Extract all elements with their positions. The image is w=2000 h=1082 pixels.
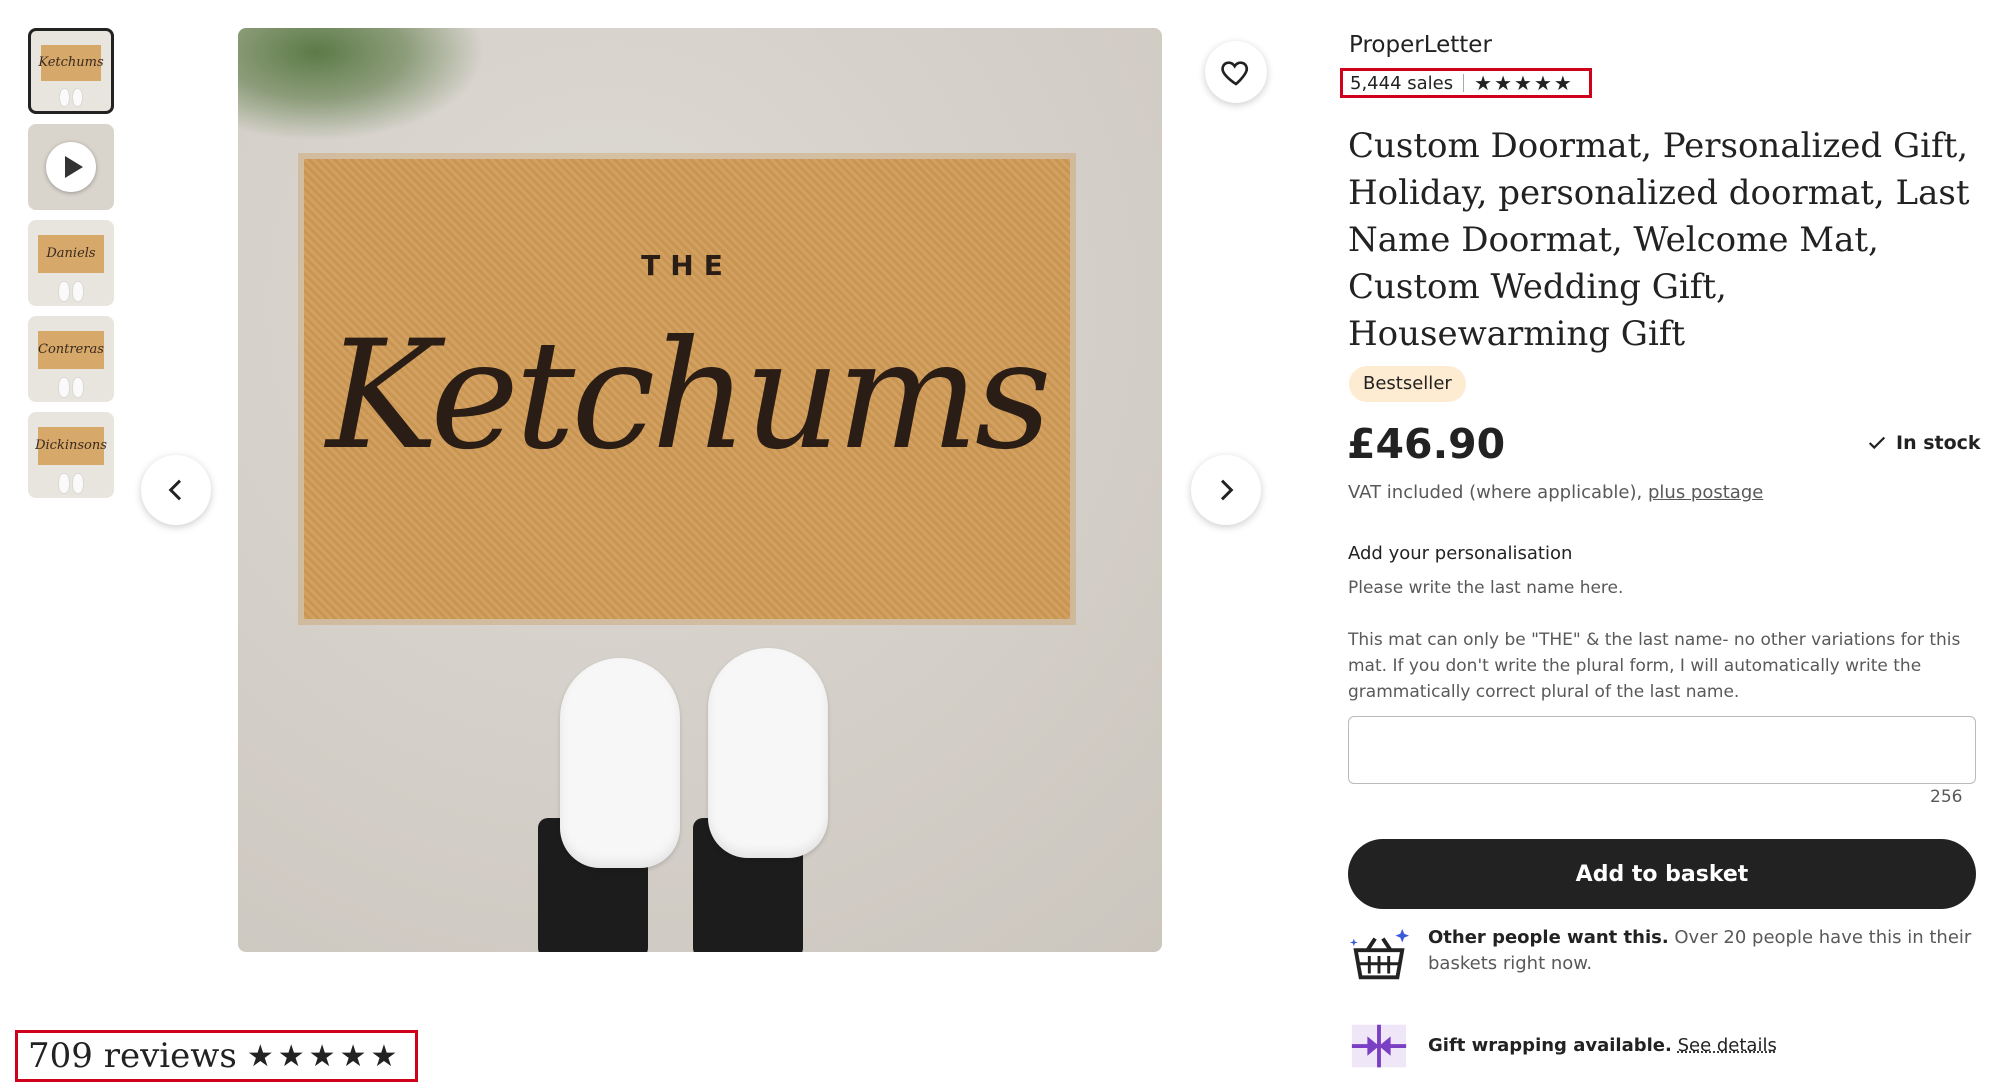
favorite-button[interactable] bbox=[1205, 41, 1267, 103]
personalisation-note: This mat can only be "THE" & the last na… bbox=[1348, 630, 1961, 702]
star-icon: ★ bbox=[1533, 71, 1552, 95]
left-shoe bbox=[560, 658, 680, 868]
reviews-count: 709 reviews bbox=[28, 1036, 237, 1076]
star-icon: ★ bbox=[308, 1038, 338, 1074]
thumbnail-label: Contreras bbox=[38, 341, 104, 357]
reviews-summary[interactable]: 709 reviews ★ ★ ★ ★ ★ bbox=[15, 1030, 418, 1082]
stock-status: In stock bbox=[1866, 432, 1981, 454]
shop-name-link[interactable]: ProperLetter bbox=[1349, 32, 1492, 58]
shoe-graphic bbox=[72, 281, 84, 301]
divider bbox=[1463, 74, 1465, 92]
thumbnail-label: Dickinsons bbox=[35, 437, 107, 453]
listing-title: Custom Doormat, Personalized Gift, Holid… bbox=[1348, 126, 1970, 354]
shop-sales-rating: 5,444 sales ★ ★ ★ ★ ★ bbox=[1340, 68, 1592, 98]
gift-icon bbox=[1351, 1024, 1407, 1068]
vat-text: VAT included (where applicable), bbox=[1348, 482, 1643, 503]
heart-icon bbox=[1221, 61, 1249, 86]
thumbnail-4[interactable]: Contreras bbox=[28, 316, 114, 402]
shoe-graphic bbox=[58, 473, 70, 493]
shoe-graphic bbox=[58, 281, 70, 301]
personalisation-input[interactable] bbox=[1348, 716, 1976, 784]
star-icon: ★ bbox=[277, 1038, 307, 1074]
thumbnail-video[interactable] bbox=[28, 124, 114, 210]
doormat-header-text: THE bbox=[641, 249, 733, 282]
next-image-button[interactable] bbox=[1191, 455, 1261, 525]
thumbnail-1[interactable]: Ketchums bbox=[28, 28, 114, 114]
thumbnail-5[interactable]: Dickinsons bbox=[28, 412, 114, 498]
vat-info: VAT included (where applicable), plus po… bbox=[1348, 482, 1763, 503]
personalisation-label: Add your personalisation bbox=[1348, 543, 1573, 564]
thumbnail-label: Daniels bbox=[46, 245, 96, 261]
star-icon: ★ bbox=[1553, 71, 1572, 95]
demand-notice: Other people want this. Over 20 people h… bbox=[1348, 925, 1978, 987]
play-icon bbox=[46, 142, 96, 192]
gift-wrap-notice: Gift wrapping available. See details bbox=[1348, 1015, 1978, 1077]
shop-rating-stars: ★ ★ ★ ★ ★ bbox=[1474, 71, 1572, 95]
gift-headline: Gift wrapping available. bbox=[1428, 1035, 1672, 1056]
shoe-graphic bbox=[72, 473, 84, 493]
shoe-graphic bbox=[72, 88, 83, 107]
shoe-graphic bbox=[59, 88, 70, 107]
doormat-name-text: Ketchums bbox=[326, 309, 1052, 483]
shoe-graphic bbox=[58, 377, 70, 397]
add-to-basket-button[interactable]: Add to basket bbox=[1348, 839, 1976, 909]
stock-text: In stock bbox=[1896, 432, 1981, 454]
doormat: THE Ketchums bbox=[304, 159, 1070, 619]
previous-image-button[interactable] bbox=[141, 455, 211, 525]
demand-headline: Other people want this. bbox=[1428, 927, 1669, 948]
star-icon: ★ bbox=[246, 1038, 276, 1074]
chevron-left-icon bbox=[168, 479, 182, 501]
character-count: 256 bbox=[1930, 787, 1963, 807]
shoe-graphic bbox=[72, 377, 84, 397]
thumbnail-label: Ketchums bbox=[38, 55, 104, 70]
star-icon: ★ bbox=[1514, 71, 1532, 95]
bestseller-badge: Bestseller bbox=[1349, 366, 1466, 402]
personalisation-help: Please write the last name here. bbox=[1348, 578, 1624, 598]
right-shoe bbox=[708, 648, 828, 858]
sales-count: 5,444 sales bbox=[1350, 72, 1454, 94]
gift-text-block: Gift wrapping available. See details bbox=[1428, 1033, 1777, 1059]
star-icon: ★ bbox=[1494, 71, 1512, 95]
main-product-image: THE Ketchums bbox=[238, 28, 1162, 952]
demand-text-block: Other people want this. Over 20 people h… bbox=[1428, 925, 1978, 977]
check-icon bbox=[1868, 436, 1886, 450]
plant-leaves bbox=[238, 28, 498, 148]
postage-link[interactable]: plus postage bbox=[1648, 482, 1763, 503]
reviews-rating-stars: ★ ★ ★ ★ ★ bbox=[247, 1039, 400, 1074]
star-icon: ★ bbox=[339, 1038, 369, 1074]
price: £46.90 bbox=[1347, 420, 1506, 468]
gift-details-link[interactable]: See details bbox=[1678, 1035, 1777, 1056]
basket-icon bbox=[1349, 928, 1410, 980]
thumbnail-3[interactable]: Daniels bbox=[28, 220, 114, 306]
chevron-right-icon bbox=[1220, 479, 1234, 501]
star-icon: ★ bbox=[1474, 71, 1493, 95]
star-icon: ★ bbox=[370, 1038, 400, 1074]
